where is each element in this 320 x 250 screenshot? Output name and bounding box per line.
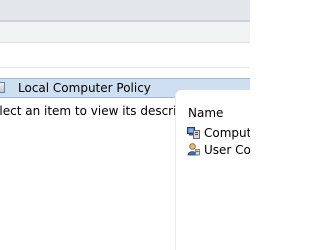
name-column-header[interactable]: Name (188, 106, 223, 120)
description-pane: elect an item to view its description. (0, 98, 176, 250)
list-item-label: User Conf (204, 143, 250, 157)
list-item-user-configuration[interactable]: User Conf (176, 142, 250, 158)
computer-configuration-icon (187, 127, 200, 139)
title-band (0, 0, 250, 20)
description-text: elect an item to view its description. (0, 104, 176, 118)
tree-item-label: Local Computer Policy (18, 81, 151, 95)
list-item-computer-configuration[interactable]: Compute (176, 125, 250, 141)
policy-icon (0, 82, 5, 93)
list-item-label: Compute (204, 126, 250, 140)
toolbar-edge (0, 67, 250, 68)
toolbar (0, 43, 250, 67)
content-pane: Name Compute User Conf (176, 90, 250, 250)
menu-strip (0, 22, 250, 42)
user-configuration-icon (187, 143, 200, 156)
